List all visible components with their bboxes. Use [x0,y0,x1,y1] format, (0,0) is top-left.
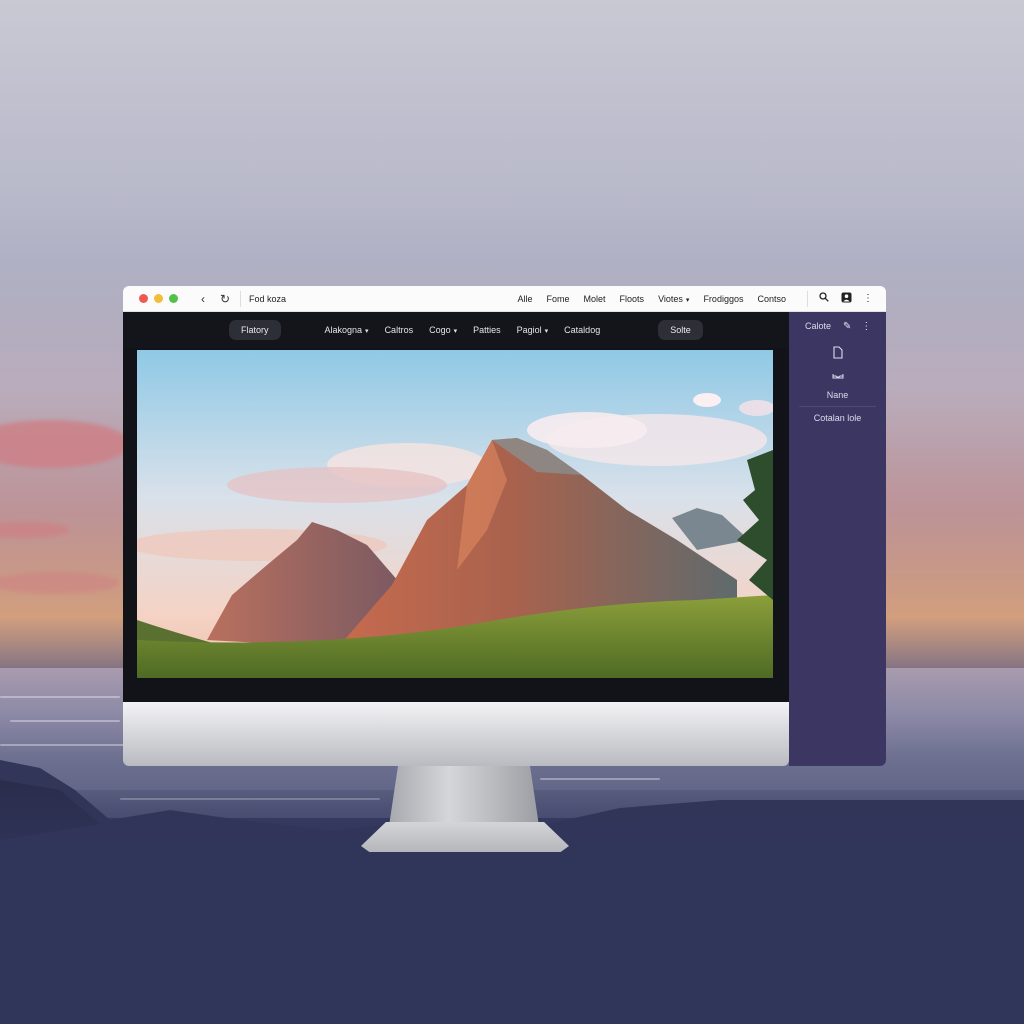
menu-item-label: Viotes [658,293,683,304]
chevron-down-icon: ▾ [685,296,690,304]
nav-link[interactable]: Caltros [377,325,422,335]
nav-link[interactable]: Cogo ▾ [421,325,465,335]
menu-item[interactable]: Frodiggos [696,294,750,304]
sidebar-footer-item[interactable]: Cotalan lole [789,413,886,423]
search-icon[interactable] [818,292,830,305]
menu-item[interactable]: Alle [511,294,540,304]
close-button[interactable] [139,294,148,303]
nav-link-label: Alakogna [324,325,363,335]
sidebar-header: Calote ✎ ⋮ [789,312,886,340]
app-window: ‹ ↻ Fod koza Alle Fome Molet Floots Viot… [123,286,886,766]
sidebar-item[interactable]: Nane [789,390,886,400]
sidebar-title: Calote [805,321,832,331]
monitor-chin [123,702,789,766]
nav-pill-right[interactable]: Solte [658,320,703,340]
menu-item[interactable]: Floots [613,294,652,304]
nav-link[interactable]: Pagiol ▾ [509,325,557,335]
window-controls [139,294,178,303]
more-icon[interactable]: ⋮ [862,293,874,304]
divider [799,406,876,407]
chevron-left-icon[interactable]: ‹ [196,292,210,306]
more-icon[interactable]: ⋮ [861,321,871,332]
nav-link-label: Cogo [429,325,451,335]
chevron-down-icon: ▾ [544,328,549,335]
divider [240,290,241,307]
monitor-stand-neck [389,766,539,826]
nav-link[interactable]: Cataldog [556,325,608,335]
maximize-button[interactable] [169,294,178,303]
title-bar: ‹ ↻ Fod koza Alle Fome Molet Floots Viot… [123,286,886,312]
menu-item[interactable]: Molet [577,294,613,304]
monitor-stand-base [361,822,569,852]
inbox-icon[interactable] [789,366,886,384]
reload-icon[interactable]: ↻ [218,292,232,306]
nav-link[interactable]: Alakogna ▾ [317,325,377,335]
nav-links: Alakogna ▾ Caltros Cogo ▾ Patties Pagiol ▾ … [317,325,609,335]
nav-link-label: Caltros [384,325,414,335]
mountain-photo [137,350,773,678]
title-bar-actions: ⋮ [818,292,874,306]
nav-pill-left[interactable]: Flatory [229,320,281,340]
pencil-icon[interactable]: ✎ [843,321,851,332]
sidebar: Calote ✎ ⋮ Nane Cotalan lole [789,312,886,766]
menu-item-dropdown[interactable]: Viotes ▾ [651,294,696,304]
nav-link-label: Cataldog [564,325,601,335]
minimize-button[interactable] [154,294,163,303]
chevron-down-icon: ▾ [365,328,369,335]
window-title: Fod koza [249,293,287,304]
nav-bar: Flatory Alakogna ▾ Caltros Cogo ▾ Patties … [123,312,789,348]
screen-area [123,348,789,702]
chevron-down-icon: ▾ [453,328,458,335]
profile-icon[interactable] [840,292,852,306]
document-icon[interactable] [789,346,886,364]
nav-link-label: Pagiol [516,325,542,335]
menu-bar: Alle Fome Molet Floots Viotes ▾ Frodiggos… [511,294,794,304]
nav-link[interactable]: Patties [465,325,509,335]
menu-item[interactable]: Contso [750,294,793,304]
nav-link-label: Patties [473,325,501,335]
divider [807,290,808,307]
menu-item[interactable]: Fome [540,294,577,304]
